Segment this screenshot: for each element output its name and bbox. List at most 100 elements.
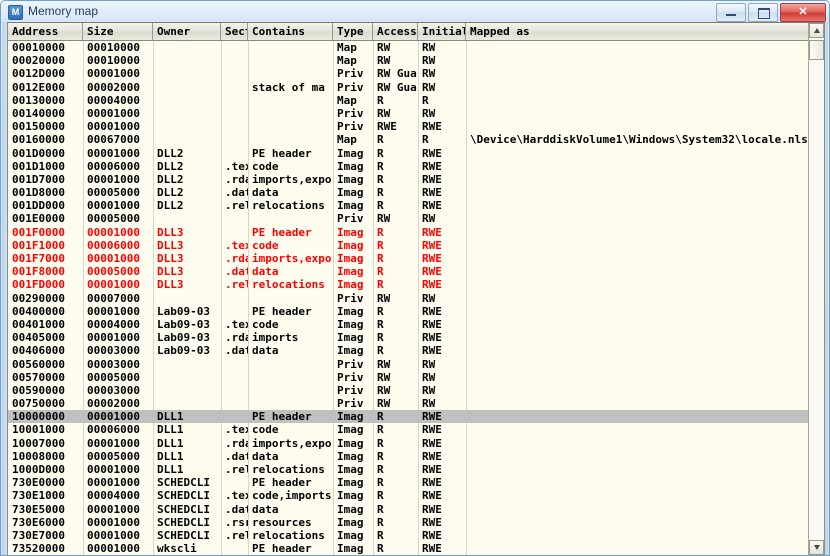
cell-address: 1000D000 [12,463,65,476]
table-row[interactable]: 001D8000 00005000 DLL2 .data data Imag R RWE [8,186,809,199]
table-row[interactable]: 001D0000 00001000 DLL2 PE header Imag R RWE [8,147,809,160]
table-row[interactable]: 00570000 00005000 Priv RW RW [8,371,809,384]
table-row[interactable]: 00560000 00003000 Priv RW RW [8,358,809,371]
table-row[interactable]: 00401000 00004000 Lab09-03 .text code Imag R RW… [8,318,809,331]
cell-address: 00401000 [12,317,65,331]
cell-type: Priv [337,120,364,134]
table-row[interactable]: 001F7000 00001000 DLL3 .rdata imports,expo Im… [8,252,809,265]
table-row[interactable]: 73520000 00001000 wkscli PE header Imag R RWE [8,542,809,555]
cell-mapped [466,344,809,357]
table-row[interactable]: 0012E000 00002000 stack of ma Priv RW Guar RW [8,81,809,94]
cell-size: 00005000 [87,212,140,226]
table-row[interactable]: 00140000 00001000 Priv RW RW [8,107,809,120]
cell-access: R [377,238,384,252]
cell-access: R [377,515,384,529]
table-row[interactable]: 00400000 00001000 Lab09-03 PE header Imag R RW… [8,305,809,318]
cell-size: 00001000 [87,146,140,160]
cell-mapped [466,305,809,318]
table-row[interactable]: 10008000 00005000 DLL1 .data data Imag R RWE [8,450,809,463]
table-row[interactable]: 001D7000 00001000 DLL2 .rdata imports,expo Im… [8,173,809,186]
cell-type: Imag [337,436,364,450]
cell-access: R [377,172,384,186]
table-row[interactable]: 001F0000 00001000 DLL3 PE header Imag R RWE [8,226,809,239]
cell-address: 10007000 [12,436,65,450]
scrollbar-thumb[interactable] [809,40,824,60]
table-row[interactable]: 00020000 00010000 Map RW RW [8,54,809,67]
cell-initial: RWE [422,120,442,134]
table-row[interactable]: 730E5000 00001000 SCHEDCLI .data data Imag R RW… [8,503,809,516]
scrollbar-track[interactable] [809,38,824,540]
cell-owner: SCHEDCLI [157,489,210,503]
table-row[interactable]: 00150000 00001000 Priv RWE RWE [8,120,809,133]
table-row[interactable]: 001E0000 00005000 Priv RW RW [8,212,809,225]
cell-initial: RWE [422,278,442,292]
vertical-scrollbar[interactable] [808,23,824,555]
cell-size: 00003000 [87,357,140,371]
cell-type: Priv [337,67,364,81]
column-header-access[interactable]: Access [373,23,418,40]
table-row[interactable]: 001F1000 00006000 DLL3 .text code Imag R RWE [8,239,809,252]
cell-section [221,292,248,305]
table-row[interactable]: 730E6000 00001000 SCHEDCLI .rsrc resources Im… [8,516,809,529]
table-row[interactable]: 730E7000 00001000 SCHEDCLI .reloc relocation… [8,529,809,542]
scroll-down-button[interactable] [809,540,824,555]
cell-type: Imag [337,252,364,265]
table-row[interactable]: 00590000 00003000 Priv RW RW [8,384,809,397]
table-row[interactable]: 00406000 00003000 Lab09-03 .data data Imag R RW… [8,344,809,357]
table-row[interactable]: 00405000 00001000 Lab09-03 .rdata imports Ima… [8,331,809,344]
column-header-contains[interactable]: Contains [248,23,333,40]
cell-size: 00001000 [87,542,140,555]
cell-initial: RW [422,370,436,384]
table-row[interactable]: 00160000 00067000 Map R R \Device\HarddiskVol… [8,133,809,146]
cell-mapped [466,226,809,239]
scroll-up-button[interactable] [809,23,824,38]
table-row[interactable]: 00750000 00002000 Priv RW RW [8,397,809,410]
cell-type: Map [337,41,357,54]
column-header-initial[interactable]: Initial [418,23,466,40]
cell-type: Imag [337,476,364,490]
cell-initial: RWE [422,252,442,265]
cell-section: .text [225,159,248,173]
table-row[interactable]: 10001000 00006000 DLL1 .text code Imag R RWE [8,423,809,436]
table-row[interactable]: 1000D000 00001000 DLL1 .reloc relocations Ima… [8,463,809,476]
table-row[interactable]: 10000000 00001000 DLL1 PE header Imag R RWE [8,410,809,424]
table-row[interactable]: 00010000 00010000 Map RW RW [8,41,809,54]
table-row[interactable]: 730E1000 00004000 SCHEDCLI .text code,import… [8,489,809,502]
table-row[interactable]: 001F8000 00005000 DLL3 .data data Imag R RWE [8,265,809,278]
column-header-type[interactable]: Type [333,23,373,40]
column-header-section[interactable]: Section [221,23,248,40]
cell-owner: Lab09-03 [157,344,210,358]
cell-section [221,397,248,410]
table-row[interactable]: 001D1000 00006000 DLL2 .text code Imag R RWE [8,160,809,173]
cell-contains: code,imports [252,489,332,503]
column-header-address[interactable]: Address [8,23,83,40]
column-header-mapped[interactable]: Mapped as [466,23,809,40]
table-row[interactable]: 00290000 00007000 Priv RW RW [8,292,809,305]
table-row[interactable]: 10007000 00001000 DLL1 .rdata imports,expo Im… [8,437,809,450]
table-row[interactable]: 001DD000 00001000 DLL2 .reloc relocations Ima… [8,199,809,212]
cell-contains: data [252,265,279,279]
cell-mapped [466,503,809,516]
table-row[interactable]: 00130000 00004000 Map R R [8,94,809,107]
cell-type: Imag [337,528,364,542]
minimize-button[interactable] [716,3,746,22]
table-row[interactable]: 730E0000 00001000 SCHEDCLI PE header Imag R RW… [8,476,809,489]
table-header-row[interactable]: AddressSizeOwnerSectionContainsTypeAcces… [8,23,809,41]
cell-size: 00001000 [87,331,140,345]
title-bar[interactable]: M Memory map ✕ [1,1,829,23]
maximize-button[interactable] [748,3,778,22]
cell-initial: RWE [422,146,442,160]
column-header-owner[interactable]: Owner [153,23,221,40]
close-button[interactable]: ✕ [780,3,826,22]
cell-mapped [466,318,809,331]
cell-contains [248,120,333,133]
cell-access: R [377,225,384,239]
column-header-size[interactable]: Size [83,23,153,40]
cell-mapped [466,410,809,423]
cell-initial: RWE [422,199,442,213]
cell-access: R [377,278,384,292]
cell-access: RW [377,54,391,68]
cell-type: Imag [337,542,364,555]
table-row[interactable]: 0012D000 00001000 Priv RW Guar RW [8,67,809,80]
table-row[interactable]: 001FD000 00001000 DLL3 .reloc relocations Ima… [8,278,809,291]
